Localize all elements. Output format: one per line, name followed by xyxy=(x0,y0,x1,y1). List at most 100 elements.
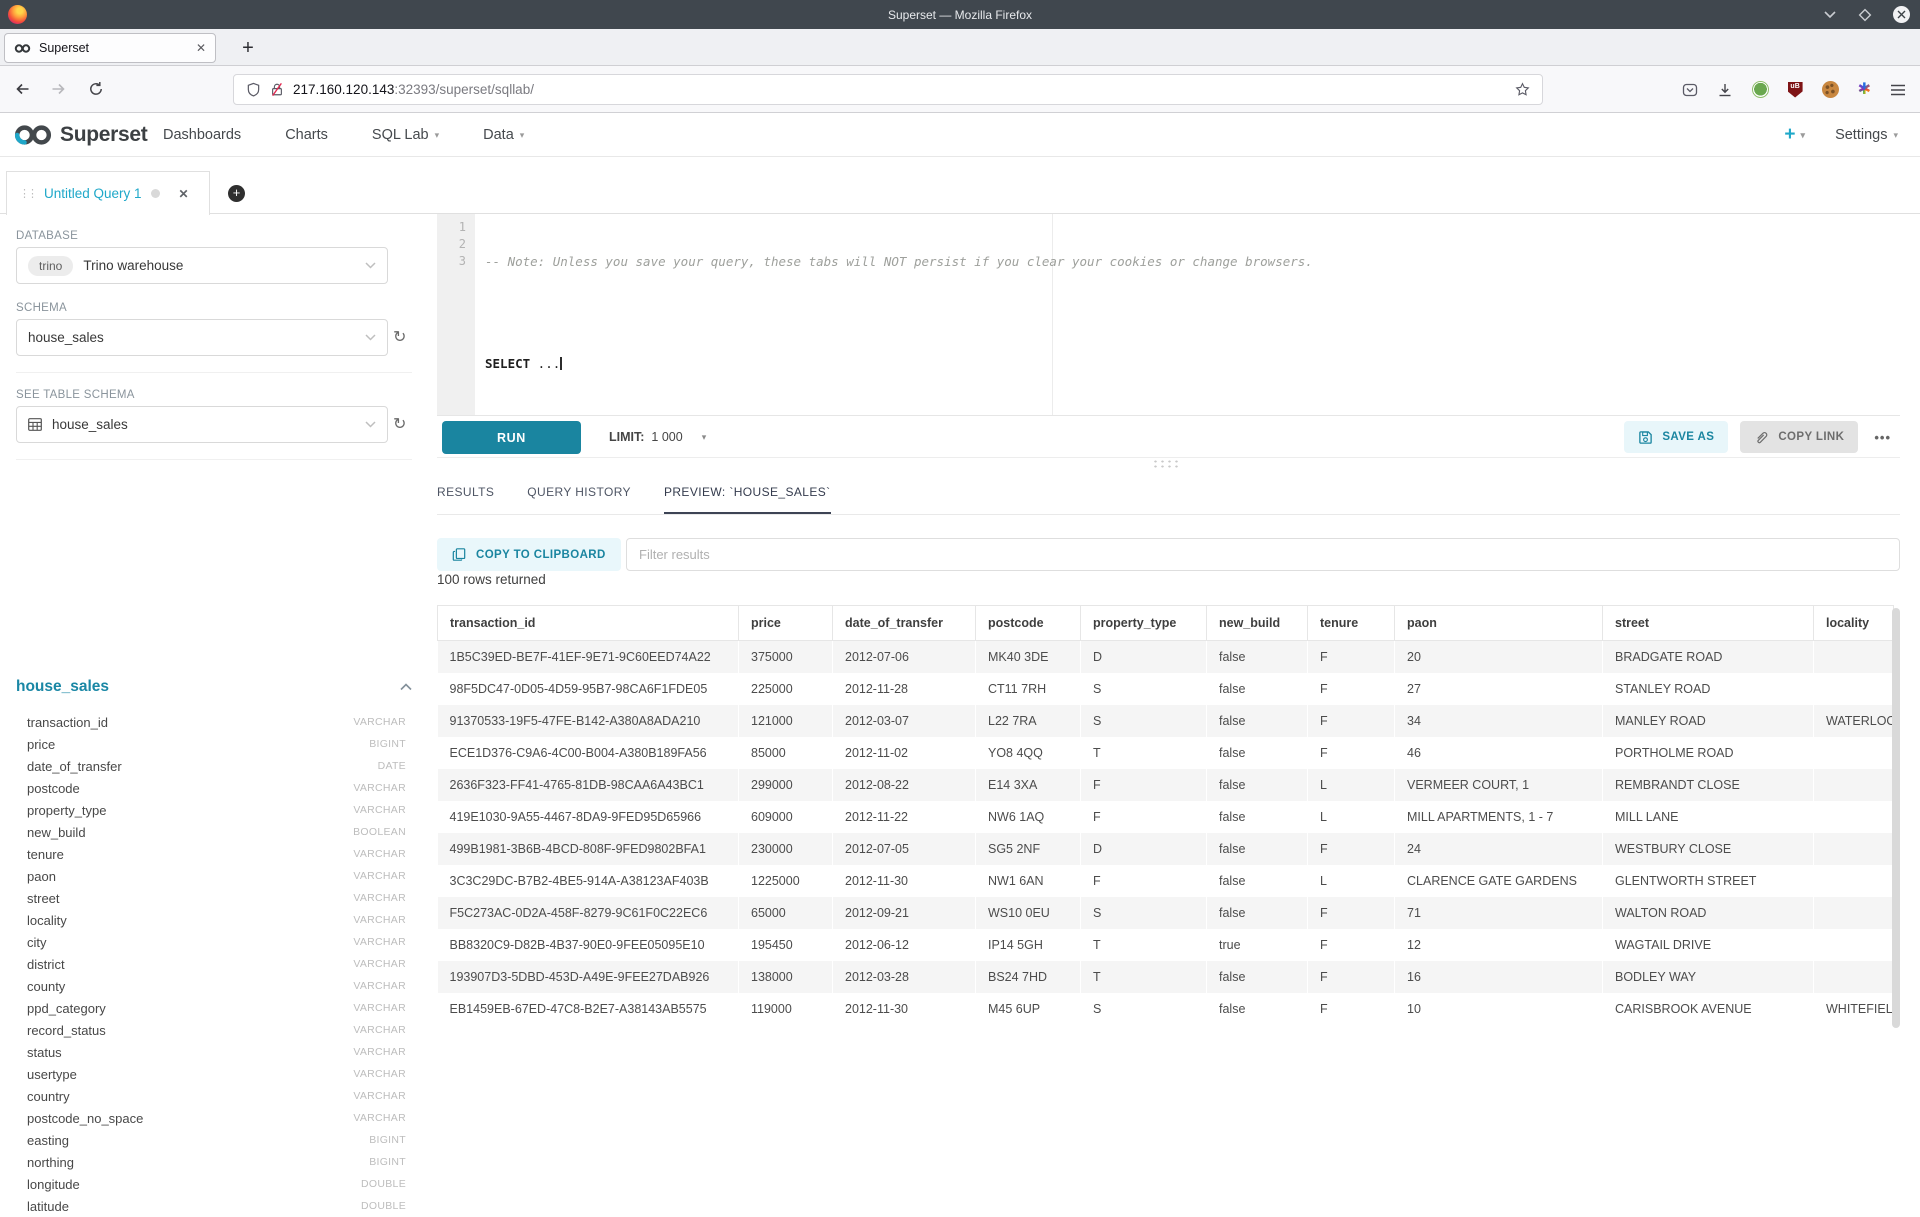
column-header[interactable]: street xyxy=(1603,606,1814,641)
query-tab[interactable]: ⋮⋮ Untitled Query 1 ✕ xyxy=(6,171,210,215)
results-tab[interactable]: RESULTS xyxy=(437,485,494,514)
add-query-tab-button[interactable]: + xyxy=(228,185,245,202)
pocket-icon[interactable] xyxy=(1682,82,1698,98)
column-header[interactable]: new_build xyxy=(1207,606,1308,641)
schema-column-row[interactable]: property_typeVARCHAR xyxy=(16,799,406,821)
schema-column-row[interactable]: tenureVARCHAR xyxy=(16,843,406,865)
table-schema-select[interactable]: house_sales xyxy=(16,406,388,443)
table-scrollbar[interactable] xyxy=(1892,608,1900,1028)
results-tab[interactable]: QUERY HISTORY xyxy=(527,485,631,514)
insecure-lock-icon[interactable] xyxy=(270,82,284,97)
cookie-extension-icon[interactable] xyxy=(1822,81,1839,98)
table-name-heading[interactable]: house_sales xyxy=(16,678,109,696)
superset-brand[interactable]: Superset xyxy=(14,113,147,157)
schema-column-row[interactable]: ppd_categoryVARCHAR xyxy=(16,997,406,1019)
bookmark-star-icon[interactable] xyxy=(1515,82,1530,97)
privacy-badger-icon[interactable] xyxy=(1752,81,1769,98)
column-type: BIGINT xyxy=(369,1156,406,1168)
table-cell: M45 6UP xyxy=(976,993,1081,1025)
column-header[interactable]: date_of_transfer xyxy=(833,606,976,641)
table-cell: T xyxy=(1081,929,1207,961)
settings-menu[interactable]: Settings▾ xyxy=(1835,127,1898,143)
copy-link-button[interactable]: COPY LINK xyxy=(1740,421,1858,453)
schema-column-row[interactable]: cityVARCHAR xyxy=(16,931,406,953)
table-cell: F xyxy=(1308,961,1395,993)
table-cell xyxy=(1814,929,1894,961)
downloads-icon[interactable] xyxy=(1717,82,1733,98)
table-cell: 2012-11-30 xyxy=(833,993,976,1025)
schema-column-row[interactable]: streetVARCHAR xyxy=(16,887,406,909)
nav-charts[interactable]: Charts xyxy=(285,127,328,143)
table-cell: 98F5DC47-0D05-4D59-95B7-98CA6F1FDE05 xyxy=(438,673,739,705)
copy-to-clipboard-button[interactable]: COPY TO CLIPBOARD xyxy=(437,538,621,571)
refresh-schema-icon[interactable]: ↻ xyxy=(393,327,406,347)
schema-column-row[interactable]: usertypeVARCHAR xyxy=(16,1063,406,1085)
schema-column-row[interactable]: statusVARCHAR xyxy=(16,1041,406,1063)
window-maximize-icon[interactable] xyxy=(1857,7,1873,23)
filter-results-input[interactable] xyxy=(626,538,1900,571)
nav-dashboards[interactable]: Dashboards xyxy=(163,127,241,143)
schema-column-row[interactable]: postcode_no_spaceVARCHAR xyxy=(16,1107,406,1129)
window-close-icon[interactable] xyxy=(1893,6,1910,23)
limit-dropdown[interactable]: LIMIT: 1 000 ▾ xyxy=(609,416,706,458)
sql-editor[interactable]: 1 2 3 -- Note: Unless you save your quer… xyxy=(437,214,1900,416)
run-button[interactable]: RUN xyxy=(442,421,581,454)
pane-resize-handle[interactable] xyxy=(1152,459,1182,468)
extension-asterisk-icon[interactable]: ✱ xyxy=(1858,82,1871,98)
column-header[interactable]: tenure xyxy=(1308,606,1395,641)
new-tab-button[interactable]: + xyxy=(234,33,262,63)
schema-column-row[interactable]: northingBIGINT xyxy=(16,1151,406,1173)
schema-column-row[interactable]: new_buildBOOLEAN xyxy=(16,821,406,843)
column-header[interactable]: paon xyxy=(1395,606,1603,641)
schema-column-row[interactable]: date_of_transferDATE xyxy=(16,755,406,777)
column-name: paon xyxy=(27,869,56,884)
back-icon[interactable] xyxy=(14,81,31,97)
browser-tab[interactable]: Superset ✕ xyxy=(4,33,216,63)
column-header[interactable]: postcode xyxy=(976,606,1081,641)
column-header[interactable]: property_type xyxy=(1081,606,1207,641)
schema-column-row[interactable]: postcodeVARCHAR xyxy=(16,777,406,799)
schema-column-row[interactable]: countyVARCHAR xyxy=(16,975,406,997)
schema-column-row[interactable]: paonVARCHAR xyxy=(16,865,406,887)
query-tab-close-icon[interactable]: ✕ xyxy=(179,187,189,201)
more-options-button[interactable]: ••• xyxy=(1870,430,1895,445)
schema-column-row[interactable]: transaction_idVARCHAR xyxy=(16,711,406,733)
add-new-button[interactable]: +▾ xyxy=(1784,124,1805,146)
column-header[interactable]: locality xyxy=(1814,606,1894,641)
column-name: ppd_category xyxy=(27,1001,106,1016)
table-cell: 375000 xyxy=(739,641,833,673)
nav-data[interactable]: Data▾ xyxy=(483,127,524,143)
column-name: easting xyxy=(27,1133,69,1148)
ublock-icon[interactable]: uB xyxy=(1788,82,1803,98)
editor-code[interactable]: -- Note: Unless you save your query, the… xyxy=(485,219,1900,406)
table-cell: 2012-07-05 xyxy=(833,833,976,865)
limit-value: 1 000 xyxy=(651,430,682,444)
database-select[interactable]: trino Trino warehouse xyxy=(16,247,388,284)
column-header[interactable]: price xyxy=(739,606,833,641)
schema-column-row[interactable]: latitudeDOUBLE xyxy=(16,1195,406,1217)
schema-column-row[interactable]: record_statusVARCHAR xyxy=(16,1019,406,1041)
reload-icon[interactable] xyxy=(88,81,104,97)
chevron-up-icon[interactable] xyxy=(400,683,412,691)
refresh-table-icon[interactable]: ↻ xyxy=(393,414,406,434)
table-cell: MILL APARTMENTS, 1 - 7 xyxy=(1395,801,1603,833)
forward-icon[interactable] xyxy=(50,81,67,97)
schema-column-row[interactable]: localityVARCHAR xyxy=(16,909,406,931)
results-tab[interactable]: PREVIEW: `HOUSE_SALES` xyxy=(664,485,831,514)
schema-column-row[interactable]: countryVARCHAR xyxy=(16,1085,406,1107)
url-bar[interactable]: 217.160.120.143:32393/superset/sqllab/ xyxy=(233,74,1543,105)
nav-sql-lab[interactable]: SQL Lab▾ xyxy=(372,127,439,143)
shield-icon[interactable] xyxy=(246,82,261,97)
column-header[interactable]: transaction_id xyxy=(438,606,739,641)
tab-close-icon[interactable]: ✕ xyxy=(196,41,206,55)
schema-select[interactable]: house_sales xyxy=(16,319,388,356)
schema-column-row[interactable]: longitudeDOUBLE xyxy=(16,1173,406,1195)
schema-column-row[interactable]: districtVARCHAR xyxy=(16,953,406,975)
drag-grip-icon[interactable]: ⋮⋮ xyxy=(19,187,35,200)
save-as-button[interactable]: SAVE AS xyxy=(1624,421,1728,453)
schema-column-row[interactable]: eastingBIGINT xyxy=(16,1129,406,1151)
schema-column-row[interactable]: priceBIGINT xyxy=(16,733,406,755)
results-table-wrap: transaction_idpricedate_of_transferpostc… xyxy=(437,605,1900,1042)
menu-hamburger-icon[interactable] xyxy=(1890,83,1906,97)
window-minimize-icon[interactable] xyxy=(1823,9,1837,20)
